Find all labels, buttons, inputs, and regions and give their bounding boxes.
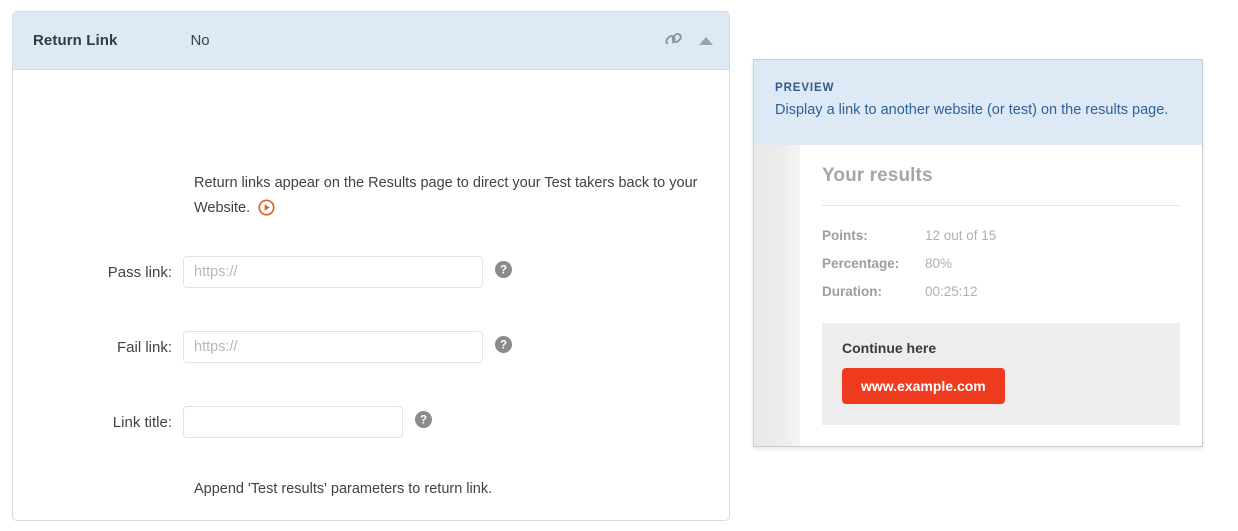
preview-kicker-label: PREVIEW <box>775 82 1178 94</box>
preview-body: Your results Points: 12 out of 15 Percen… <box>754 145 1202 446</box>
return-link-settings-card: Return Link No Return links appear on th… <box>12 11 730 521</box>
preview-sidebar-strip <box>754 145 800 446</box>
intro-description: Return links appear on the Results page … <box>194 171 724 221</box>
results-table: Points: 12 out of 15 Percentage: 80% Dur… <box>822 228 996 312</box>
results-title: Your results <box>822 165 1180 187</box>
results-label-points: Points: <box>822 228 925 256</box>
fail-link-help-icon[interactable]: ? <box>494 335 513 359</box>
table-row: Duration: 00:25:12 <box>822 284 996 312</box>
svg-text:?: ? <box>420 415 427 427</box>
results-label-duration: Duration: <box>822 284 925 312</box>
pass-link-label: Pass link: <box>13 264 183 281</box>
fail-link-input[interactable] <box>183 331 483 363</box>
example-link-button[interactable]: www.example.com <box>842 368 1005 404</box>
link-title-label: Link title: <box>13 414 183 431</box>
play-circle-icon[interactable] <box>258 199 275 221</box>
table-row: Points: 12 out of 15 <box>822 228 996 256</box>
preview-description: Display a link to another website (or te… <box>775 102 1178 118</box>
svg-text:?: ? <box>500 265 507 277</box>
field-row-link-title: Link title: ? <box>13 406 729 438</box>
preview-header: PREVIEW Display a link to another websit… <box>754 60 1202 145</box>
results-value-percentage: 80% <box>925 256 996 284</box>
field-row-pass-link: Pass link: ? <box>13 256 729 288</box>
pass-link-help-icon[interactable]: ? <box>494 260 513 284</box>
results-label-percentage: Percentage: <box>822 256 925 284</box>
card-body: Return links appear on the Results page … <box>13 70 729 520</box>
card-header-value: No <box>190 32 209 49</box>
card-header-title: Return Link <box>33 32 117 49</box>
card-header-icons <box>663 12 713 70</box>
results-value-points: 12 out of 15 <box>925 228 996 256</box>
continue-here-title: Continue here <box>842 340 1160 356</box>
caret-up-icon[interactable] <box>699 37 713 45</box>
results-divider <box>822 205 1180 206</box>
fail-link-label: Fail link: <box>13 339 183 356</box>
preview-results-mock: Your results Points: 12 out of 15 Percen… <box>800 145 1202 446</box>
continue-here-box: Continue here www.example.com <box>822 323 1180 425</box>
table-row: Percentage: 80% <box>822 256 996 284</box>
svg-text:?: ? <box>500 340 507 352</box>
results-value-duration: 00:25:12 <box>925 284 996 312</box>
card-header[interactable]: Return Link No <box>13 12 729 70</box>
chain-link-icon[interactable] <box>663 30 685 53</box>
append-parameters-note: Append 'Test results' parameters to retu… <box>194 481 492 497</box>
link-title-help-icon[interactable]: ? <box>414 410 433 434</box>
field-row-fail-link: Fail link: ? <box>13 331 729 363</box>
link-title-input[interactable] <box>183 406 403 438</box>
preview-panel: PREVIEW Display a link to another websit… <box>753 59 1203 447</box>
pass-link-input[interactable] <box>183 256 483 288</box>
